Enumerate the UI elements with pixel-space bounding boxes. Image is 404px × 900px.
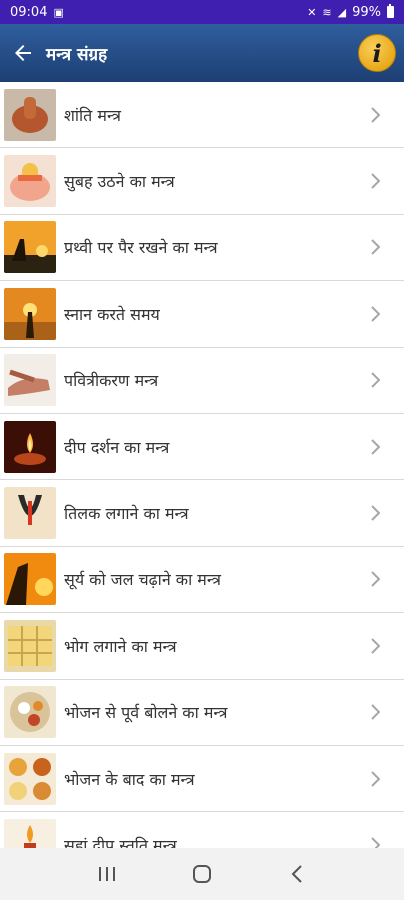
list-item-label: प्रथ्वी पर पैर रखने का मन्त्र [64, 238, 218, 258]
status-bar: 09:04 ▣ ✕ ≋ ◢ 99% [0, 0, 404, 24]
status-time: 09:04 [10, 4, 48, 20]
list-item-label: शांति मन्त्र [64, 105, 121, 125]
chevron-right-icon [364, 239, 386, 256]
back-button[interactable] [8, 33, 38, 73]
chevron-right-icon [364, 837, 386, 848]
signal-icon: ◢ [337, 5, 347, 19]
chevron-right-icon [364, 438, 386, 455]
status-right: ✕ ≋ ◢ 99% [307, 4, 394, 20]
yoga-sunset-icon [4, 221, 56, 274]
chevron-right-icon [364, 306, 386, 322]
list-item-earth[interactable]: प्रथ्वी पर पैर रखने का मन्त्र [0, 214, 404, 282]
list-item-deep[interactable]: दीप दर्शन का मन्त्र [0, 413, 404, 481]
system-back-button[interactable] [277, 854, 317, 894]
list-item-morning[interactable]: सुबह उठने का मन्त्र [0, 148, 404, 215]
list-item-after-meal[interactable]: भोजन के बाद का मन्त्र [0, 745, 404, 813]
sun-prayer-icon [4, 287, 56, 340]
sun-offering-icon [4, 553, 56, 606]
mute-icon: ✕ [307, 5, 317, 19]
chevron-right-icon [364, 106, 386, 123]
list-item-label: पवित्रीकरण मन्त्र [64, 371, 159, 391]
list-item-label: सहां दीप स्तुति मन्त्र [64, 835, 177, 848]
list-item-surya[interactable]: सूर्य को जल चढ़ाने का मन्त्र [0, 546, 404, 614]
chevron-right-icon [364, 770, 386, 787]
chevron-right-icon [364, 571, 386, 588]
list-item-bhog[interactable]: भोग लगाने का मन्त्र [0, 613, 404, 680]
info-button[interactable]: i [358, 34, 396, 72]
mantra-list: शांति मन्त्र सुबह उठने का मन्त्र प्रथ्वी… [0, 82, 404, 848]
chevron-right-icon [364, 505, 386, 521]
list-item-label: सुबह उठने का मन्त्र [64, 172, 175, 192]
battery-percent: 99% [352, 4, 381, 20]
home-button[interactable] [182, 854, 222, 894]
home-icon [192, 865, 211, 883]
list-item-shanti[interactable]: शांति मन्त्र [0, 82, 404, 149]
list-item-before-meal[interactable]: भोजन से पूर्व बोलने का मन्त्र [0, 679, 404, 746]
list-item-tilak[interactable]: तिलक लगाने का मन्त्र [0, 480, 404, 547]
sweets-plate-icon [4, 619, 56, 672]
page-title: मन्त्र संग्रह [46, 44, 108, 65]
wifi-icon: ≋ [322, 5, 332, 19]
list-item-label: भोजन से पूर्व बोलने का मन्त्र [64, 703, 228, 723]
battery-icon [387, 4, 394, 18]
candle-icon [4, 818, 56, 848]
status-left: 09:04 ▣ [10, 5, 64, 20]
water-pour-icon [4, 354, 56, 407]
chevron-right-icon [364, 638, 386, 654]
chevron-right-icon [364, 372, 386, 388]
app-bar: मन्त्र संग्रह i [0, 24, 404, 82]
list-item-purify[interactable]: पवित्रीकरण मन्त्र [0, 347, 404, 414]
food-thali-icon [4, 686, 56, 739]
recent-apps-icon [99, 867, 116, 881]
back-chevron-icon [291, 865, 302, 883]
list-item-deep-stuti[interactable]: सहां दीप स्तुति मन्त्र [0, 812, 404, 848]
recent-apps-button[interactable] [87, 854, 127, 894]
gallery-icon: ▣ [53, 5, 64, 19]
arrow-left-icon [15, 45, 31, 61]
food-bowls-icon [4, 752, 56, 805]
list-item-label: भोजन के बाद का मन्त्र [64, 769, 195, 789]
list-item-label: स्नान करते समय [64, 304, 160, 324]
hands-namaste-icon [4, 88, 56, 141]
chevron-right-icon [364, 704, 386, 720]
list-item-label: भोग लगाने का मन्त्र [64, 636, 177, 656]
palms-open-icon [4, 155, 56, 208]
system-nav-bar [0, 848, 404, 900]
info-icon: i [372, 38, 382, 68]
list-item-label: दीप दर्शन का मन्त्र [64, 437, 170, 457]
chevron-right-icon [364, 173, 386, 189]
list-item-bath[interactable]: स्नान करते समय [0, 281, 404, 348]
tilak-icon [4, 487, 56, 540]
list-item-label: तिलक लगाने का मन्त्र [64, 504, 189, 524]
diya-lamp-icon [4, 420, 56, 473]
list-item-label: सूर्य को जल चढ़ाने का मन्त्र [64, 570, 221, 590]
